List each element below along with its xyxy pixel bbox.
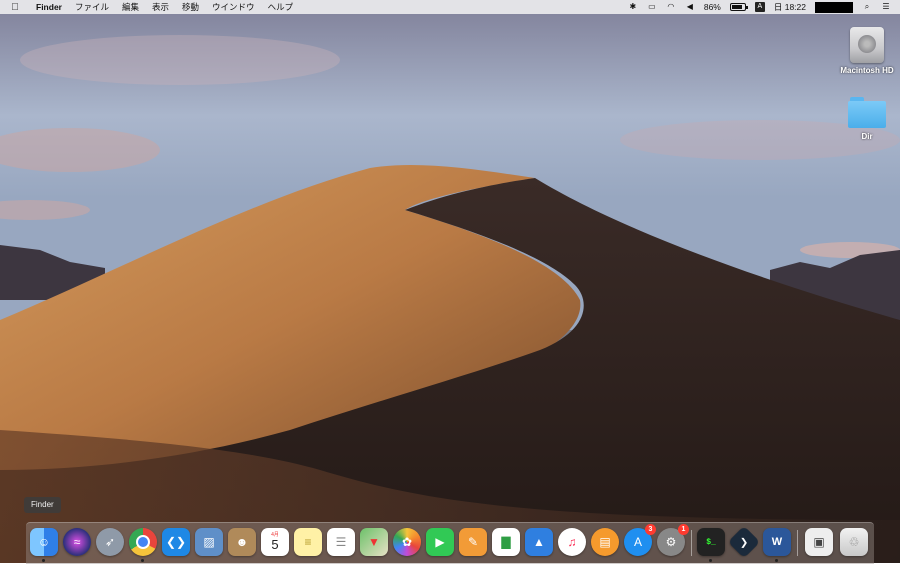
- running-indicator: [775, 559, 778, 562]
- dock-numbers[interactable]: ▇: [492, 528, 520, 556]
- hard-drive-icon: [850, 27, 884, 63]
- numbers-icon: ▇: [501, 535, 511, 549]
- desktop-wallpaper: [0, 0, 900, 563]
- rocket-icon: ➶: [104, 535, 116, 549]
- volume-icon[interactable]: ◀: [685, 2, 695, 12]
- dock-word[interactable]: W: [763, 528, 791, 562]
- running-indicator: [141, 559, 144, 562]
- dock-separator: [797, 530, 798, 556]
- dock-siri[interactable]: ≈: [63, 528, 91, 556]
- word-icon: W: [771, 536, 783, 548]
- folder-icon: [848, 97, 886, 129]
- folder-body: [848, 101, 886, 128]
- dock-preview[interactable]: ▨: [195, 528, 223, 556]
- dock-keynote[interactable]: ▲: [525, 528, 553, 556]
- dock-maps[interactable]: ▼: [360, 528, 388, 556]
- dock-calendar[interactable]: 4月 5: [261, 528, 289, 556]
- airplay-icon[interactable]: ▭: [647, 2, 657, 12]
- chrome-icon: [136, 535, 150, 549]
- dev-arrow-icon: ❯: [739, 536, 749, 548]
- notification-badge: 1: [678, 524, 689, 535]
- dock-chrome[interactable]: [129, 528, 157, 562]
- battery-percent[interactable]: 86%: [704, 2, 721, 12]
- finder-icon: ☺: [37, 535, 51, 549]
- dock-vscode[interactable]: ❮❯: [162, 528, 190, 556]
- trash-icon: ♲: [848, 535, 860, 549]
- dock-music[interactable]: ♫: [558, 528, 586, 556]
- window-thumbnail-icon: ▣: [813, 535, 825, 549]
- notification-center-icon[interactable]: ☰: [881, 2, 891, 12]
- dock-pages[interactable]: ✎: [459, 528, 487, 556]
- notification-badge: 3: [645, 524, 656, 535]
- running-indicator: [709, 559, 712, 562]
- notes-icon: ≡: [304, 535, 312, 549]
- dock-terminal[interactable]: $_: [697, 528, 725, 562]
- menu-edit[interactable]: 編集: [122, 1, 139, 13]
- siri-icon: ≈: [73, 535, 81, 549]
- menu-window[interactable]: ウインドウ: [212, 1, 255, 13]
- contacts-icon: ☻: [235, 535, 249, 549]
- facetime-icon: ▶: [435, 535, 445, 549]
- spotlight-search-icon[interactable]: ⌕: [862, 2, 872, 12]
- running-indicator: [42, 559, 45, 562]
- menu-clock[interactable]: 日 18:22: [774, 1, 806, 13]
- dock-photos[interactable]: ✿: [393, 528, 421, 556]
- dock-books[interactable]: ▤: [591, 528, 619, 556]
- keynote-icon: ▲: [533, 535, 545, 549]
- wifi-icon[interactable]: ◠: [666, 2, 676, 12]
- dock-system-preferences[interactable]: ⚙ 1: [657, 524, 689, 556]
- menu-go[interactable]: 移動: [182, 1, 199, 13]
- dock-minimized-window[interactable]: ▣: [805, 528, 833, 556]
- apple-icon[interactable]: : [8, 2, 22, 13]
- battery-fill: [731, 5, 743, 9]
- dock-launchpad[interactable]: ➶: [96, 528, 124, 556]
- dock-trash[interactable]: ♲: [840, 528, 868, 556]
- photos-icon: ✿: [401, 535, 413, 549]
- gear-icon: ⚙: [665, 535, 677, 549]
- redacted-user-name[interactable]: [815, 1, 853, 13]
- menu-bar:  Finder ファイル 編集 表示 移動 ウインドウ ヘルプ ✱ ▭ ◠ ◀…: [0, 0, 900, 14]
- desktop-icon-label: Macintosh HD: [840, 66, 894, 75]
- desktop-icon-label: Dir: [861, 132, 873, 141]
- music-note-icon: ♫: [567, 535, 577, 549]
- app-store-icon: A: [633, 535, 642, 549]
- dock-facetime[interactable]: ▶: [426, 528, 454, 556]
- dock-contacts[interactable]: ☻: [228, 528, 256, 556]
- menu-help[interactable]: ヘルプ: [268, 1, 294, 13]
- dock: ☺ ≈ ➶ ❮❯ ▨ ☻ 4月 5 ≡ ☰ ▼ ✿ ▶ ✎ ▇ ▲ ♫ ▤ A …: [26, 522, 874, 564]
- pages-icon: ✎: [467, 535, 479, 549]
- dock-app-store[interactable]: A 3: [624, 524, 656, 556]
- bluetooth-icon[interactable]: ✱: [628, 2, 638, 12]
- input-source-icon[interactable]: A: [754, 2, 765, 12]
- dock-notes[interactable]: ≡: [294, 528, 322, 556]
- vscode-icon: ❮❯: [165, 535, 187, 549]
- dock-separator: [691, 530, 692, 556]
- menu-view[interactable]: 表示: [152, 1, 169, 13]
- desktop-icon-dir[interactable]: Dir: [832, 97, 900, 141]
- battery-icon[interactable]: [729, 3, 748, 11]
- dock-finder[interactable]: ☺: [30, 528, 58, 562]
- calendar-day: 5: [271, 537, 279, 552]
- dock-reminders[interactable]: ☰: [327, 528, 355, 556]
- reminders-icon: ☰: [335, 535, 347, 549]
- menu-file[interactable]: ファイル: [75, 1, 109, 13]
- preview-icon: ▨: [203, 535, 215, 549]
- status-area: ✱ ▭ ◠ ◀ 86% A 日 18:22 ⌕ ☰: [628, 0, 900, 14]
- maps-icon: ▼: [368, 535, 380, 549]
- wallpaper-dunes: [0, 0, 900, 563]
- dock-tooltip: Finder: [24, 497, 61, 513]
- book-icon: ▤: [599, 535, 611, 549]
- desktop-icon-macintosh-hd[interactable]: Macintosh HD: [832, 27, 900, 75]
- menu-app-name[interactable]: Finder: [36, 2, 62, 12]
- terminal-icon: $_: [706, 537, 716, 547]
- dock-dev-app[interactable]: ❯: [727, 525, 761, 559]
